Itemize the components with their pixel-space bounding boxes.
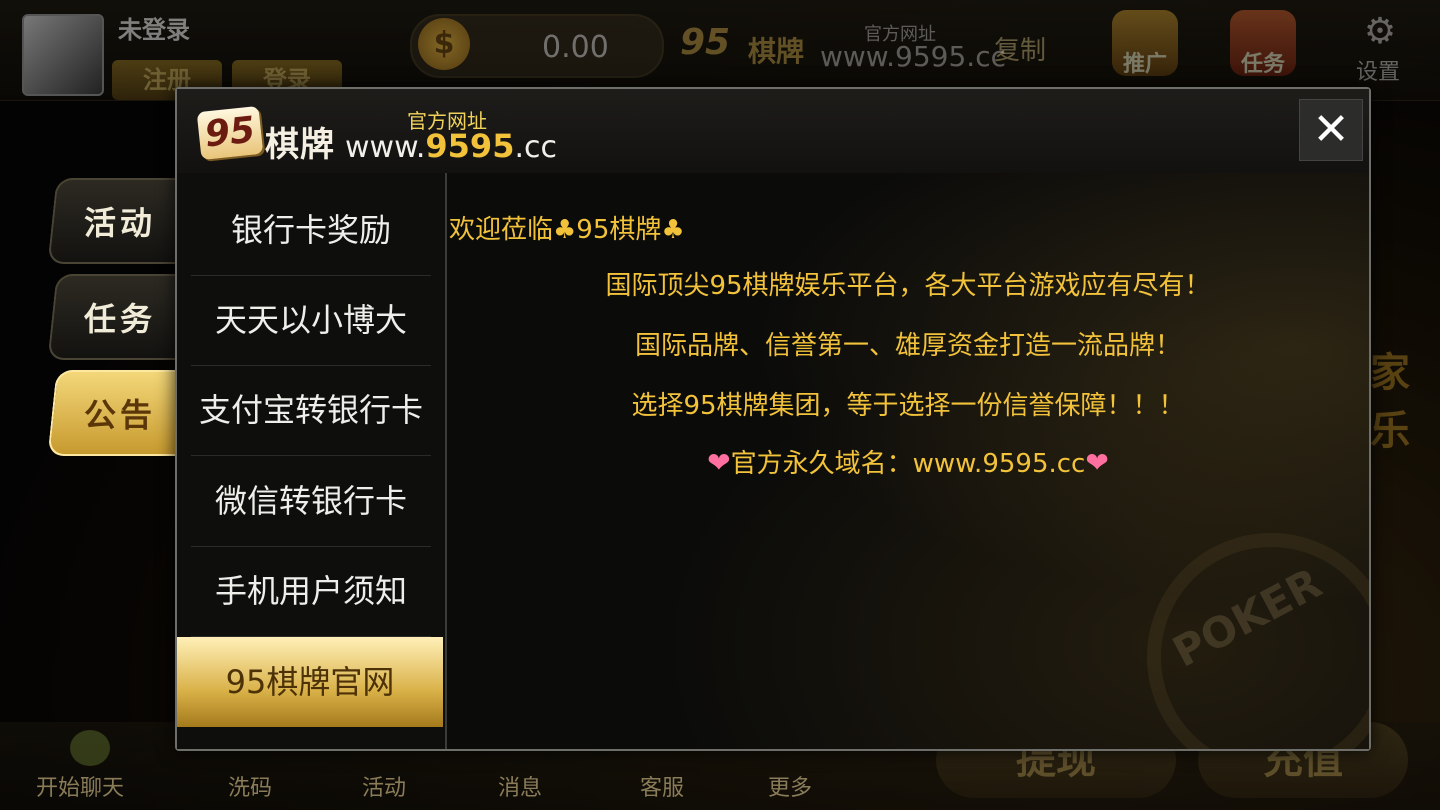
welcome-text: 欢迎莅临♣95棋牌♣	[449, 215, 685, 245]
dialog-header: 95 棋牌 官方网址 www.9595.cc ✕	[177, 89, 1369, 175]
bottom-nav-message[interactable]: 消息	[498, 770, 542, 802]
site-url-suffix: .cc	[514, 130, 557, 165]
site-url: www.9595.cc	[345, 127, 557, 165]
brand-logo-text: 棋牌	[748, 35, 805, 68]
menu-item-daily-small-big[interactable]: 天天以小博大	[191, 275, 431, 366]
tab-activity-label: 活动	[84, 204, 157, 242]
bottom-nav-chat[interactable]: 开始聊天	[36, 770, 124, 802]
top-site-url: www.9595.cc	[820, 40, 1006, 73]
tab-task-label: 任务	[84, 300, 157, 338]
bottom-nav-service[interactable]: 客服	[640, 770, 684, 802]
announcement-content: POKER 欢迎莅临♣95棋牌♣ 国际顶尖95棋牌娱乐平台，各大平台游戏应有尽有…	[447, 173, 1369, 749]
coin-icon: $	[418, 18, 470, 70]
balance-value: 0.00	[542, 30, 609, 65]
tab-announcement[interactable]: 公告	[47, 370, 191, 456]
copy-button[interactable]: 复制	[994, 30, 1046, 67]
menu-item-alipay-to-bank[interactable]: 支付宝转银行卡	[191, 365, 431, 456]
announcement-line-2: 国际品牌、信誉第一、雄厚资金打造一流品牌！	[634, 331, 1181, 361]
chat-icon[interactable]	[70, 730, 110, 766]
announcement-line-3: 选择95棋牌集团，等于选择一份信誉保障！！！	[631, 391, 1185, 421]
bottom-nav-wash[interactable]: 洗码	[228, 770, 272, 802]
settings-label: 设置	[1356, 60, 1401, 85]
promote-icon[interactable]: 推广	[1112, 10, 1178, 77]
close-icon: ✕	[1312, 104, 1350, 155]
brand-logo-text: 棋牌	[265, 125, 335, 165]
menu-item-official-site[interactable]: 95棋牌官网	[177, 637, 443, 727]
tab-task[interactable]: 任务	[47, 274, 191, 360]
announcement-dialog: 95 棋牌 官方网址 www.9595.cc ✕ 银行卡奖励 天天以小博大 支付…	[175, 87, 1371, 751]
tab-announcement-label: 公告	[84, 396, 157, 434]
site-url-prefix: www.	[345, 130, 426, 165]
bottom-nav-activity[interactable]: 活动	[362, 770, 406, 802]
task-icon[interactable]: 任务	[1230, 10, 1296, 77]
domain-line: ❤官方永久域名：www.9595.cc❤	[447, 443, 1369, 480]
heart-icon: ❤	[707, 446, 731, 479]
menu-item-bank-card-reward[interactable]: 银行卡奖励	[191, 185, 431, 276]
heart-icon: ❤	[1085, 446, 1109, 479]
gear-icon[interactable]: ⚙	[1360, 12, 1400, 52]
announcement-menu: 银行卡奖励 天天以小博大 支付宝转银行卡 微信转银行卡 手机用户须知 95棋牌官…	[177, 173, 447, 749]
bottom-nav-more[interactable]: 更多	[768, 770, 812, 802]
menu-item-wechat-to-bank[interactable]: 微信转银行卡	[191, 456, 431, 547]
avatar[interactable]	[22, 14, 104, 96]
announcement-line-1: 国际顶尖95棋牌娱乐平台，各大平台游戏应有尽有！	[605, 271, 1211, 301]
tab-activity[interactable]: 活动	[47, 178, 191, 264]
brand-logo-icon: 95	[196, 105, 264, 161]
right-banner-deco: 家乐	[1370, 350, 1410, 454]
site-url-number: 9595	[425, 127, 515, 165]
domain-text: 官方永久域名：www.9595.cc	[730, 449, 1086, 479]
brand-logo-icon: 95	[680, 22, 731, 63]
menu-item-mobile-notice[interactable]: 手机用户须知	[191, 546, 431, 637]
username: 未登录	[118, 16, 190, 44]
close-button[interactable]: ✕	[1299, 99, 1363, 161]
